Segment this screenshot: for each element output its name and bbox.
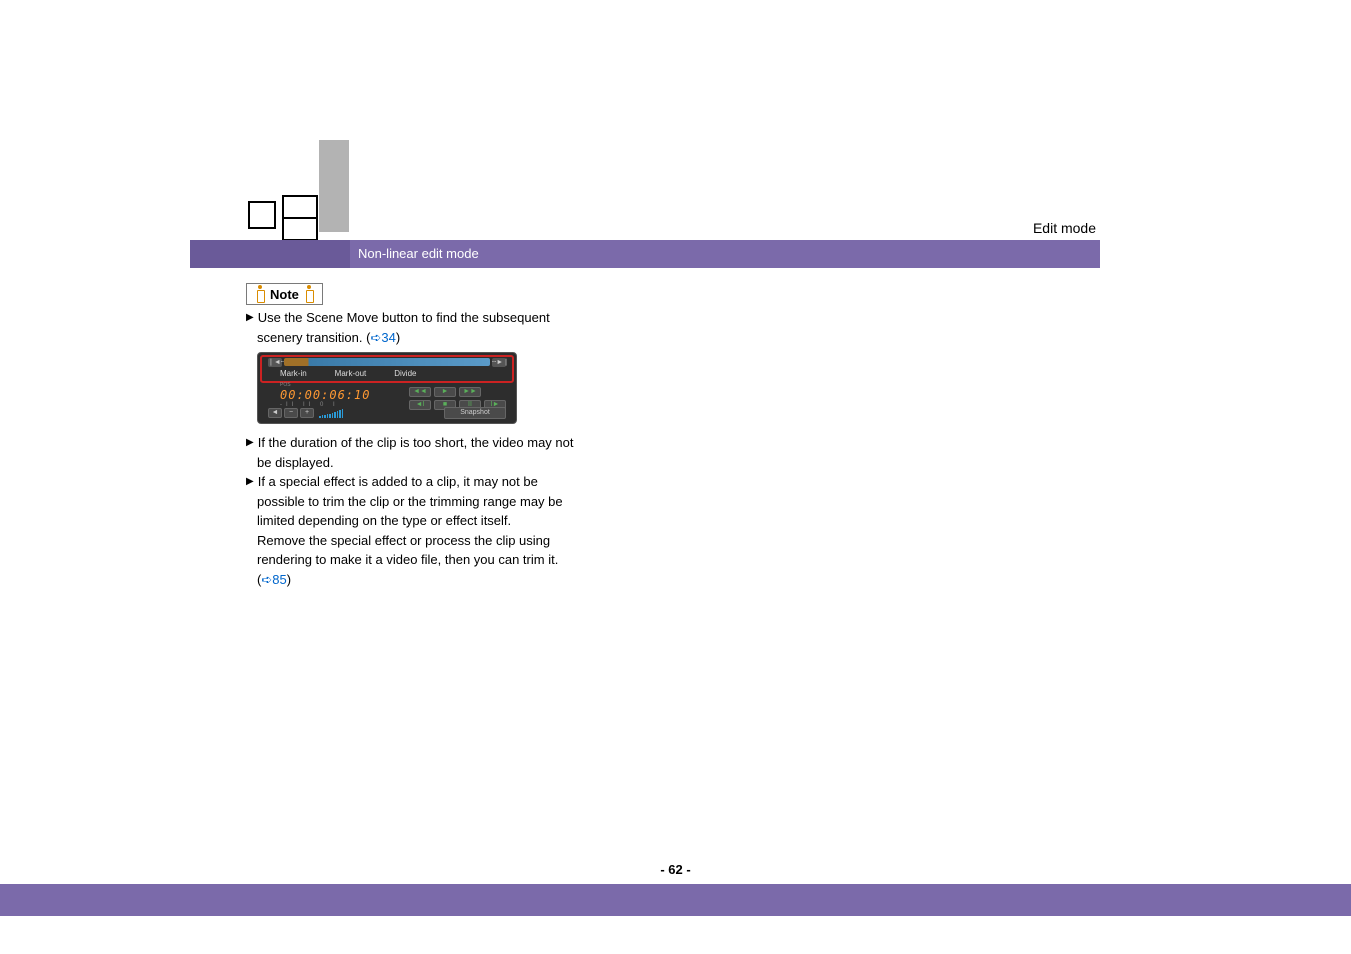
text: scenery transition. ( [257, 330, 370, 345]
note-box: Note [246, 283, 323, 305]
bullet-continuation: scenery transition. (➪34) [257, 329, 616, 347]
volume-down-button: − [284, 408, 298, 418]
bullet-marker: ▶ [246, 434, 254, 452]
bullet-text: If the duration of the clip is too short… [258, 434, 574, 452]
note-icon [302, 285, 316, 303]
header-gray-block [319, 140, 349, 232]
footer-bar [0, 884, 1351, 916]
speaker-icon: ◄ [268, 408, 282, 418]
bullet-text: Use the Scene Move button to find the su… [258, 309, 550, 327]
divide-button: Divide [394, 369, 416, 378]
timecode-display: 00:00:06:10 [280, 388, 370, 402]
text: ) [287, 572, 291, 587]
note-icon [253, 285, 267, 303]
section-title: Non-linear edit mode [358, 246, 479, 261]
bullet-continuation: possible to trim the clip or the trimmin… [257, 493, 616, 511]
bullet-continuation: limited depending on the type or effect … [257, 512, 616, 530]
page-number: - 62 - [0, 862, 1351, 877]
page-link[interactable]: ➪34 [370, 330, 395, 345]
bullet-item: ▶ If a special effect is added to a clip… [246, 473, 616, 491]
bullet-continuation: rendering to make it a video file, then … [257, 551, 616, 569]
rewind-button: ◄◄ [409, 387, 431, 397]
mark-in-button: Mark-in [280, 369, 307, 378]
slider-start-icon: ❘◄┄ [268, 358, 282, 367]
mark-out-button: Mark-out [335, 369, 367, 378]
timeline-slider [284, 358, 490, 366]
fast-forward-button: ►► [459, 387, 481, 397]
mark-buttons-row: Mark-in Mark-out Divide [280, 369, 416, 378]
bottom-controls: ◄ − + Snapshot [268, 407, 506, 419]
bullet-marker: ▶ [246, 309, 254, 327]
volume-up-button: + [300, 408, 314, 418]
bullet-text: If a special effect is added to a clip, … [258, 473, 538, 491]
section-header-bar-dark [190, 240, 350, 268]
bullet-continuation: Remove the special effect or process the… [257, 532, 616, 550]
text: ) [396, 330, 400, 345]
snapshot-button: Snapshot [444, 407, 506, 419]
page-link[interactable]: ➪85 [261, 572, 286, 587]
editor-screenshot: ❘◄┄ ┄►❘ Mark-in Mark-out Divide POS 00:0… [257, 352, 517, 424]
play-button: ► [434, 387, 456, 397]
bullet-continuation: be displayed. [257, 454, 616, 472]
note-label: Note [270, 287, 299, 302]
bullet-item: ▶ If the duration of the clip is too sho… [246, 434, 616, 452]
volume-meter [319, 409, 343, 418]
breadcrumb: Edit mode [1033, 220, 1096, 236]
bullet-continuation: (➪85) [257, 571, 616, 589]
bullet-marker: ▶ [246, 473, 254, 491]
film-strip-icon [244, 195, 318, 235]
bullet-item: ▶ Use the Scene Move button to find the … [246, 309, 616, 327]
slider-end-icon: ┄►❘ [492, 358, 506, 367]
